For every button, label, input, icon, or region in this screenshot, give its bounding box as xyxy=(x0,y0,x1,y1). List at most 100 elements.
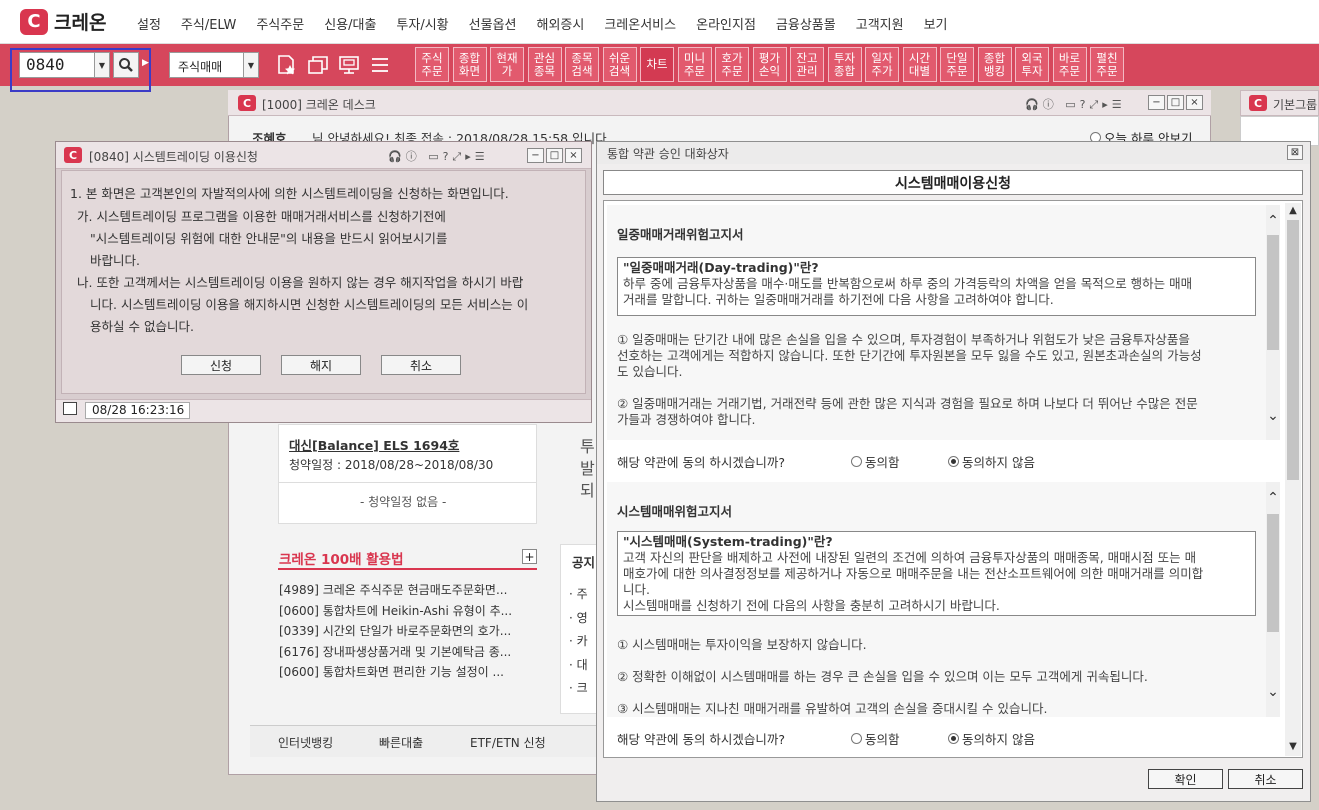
terms-paragraph: ① 일중매매는 단기간 내에 많은 손실을 입을 수 있으며, 투자경험이 부족… xyxy=(617,332,1262,380)
quick-banking[interactable]: 종합 뱅킹 xyxy=(977,47,1012,82)
list-item[interactable]: · 크 xyxy=(569,677,588,701)
close-button[interactable]: ⊠ xyxy=(1287,145,1303,160)
list-item[interactable]: · 대 xyxy=(569,654,588,678)
menu-item-stock-order[interactable]: 주식주문 xyxy=(256,14,304,33)
quick-balance[interactable]: 잔고 관리 xyxy=(790,47,824,82)
quick-mini-order[interactable]: 미니 주문 xyxy=(677,47,712,82)
brand-name: 크레온 xyxy=(54,12,107,34)
tips-more-button[interactable]: + xyxy=(522,549,537,564)
cancel-button[interactable]: 취소 xyxy=(1228,769,1303,789)
st-line: 바랍니다. xyxy=(90,253,140,268)
quick-direct-order[interactable]: 바로 주문 xyxy=(1052,47,1087,82)
quick-overview[interactable]: 종합 화면 xyxy=(452,47,487,82)
windows-icon[interactable] xyxy=(306,53,330,77)
agree-radio-2[interactable]: 동의함 xyxy=(851,729,900,748)
partial-char: 투 xyxy=(580,437,595,456)
close-button[interactable]: × xyxy=(565,148,582,163)
quick-watchlist[interactable]: 관심 종목 xyxy=(527,47,562,82)
terminate-button[interactable]: 해지 xyxy=(281,355,361,375)
code-dropdown-button[interactable]: ▼ xyxy=(94,52,110,78)
quick-stock-order[interactable]: 주식 주문 xyxy=(415,47,449,82)
quick-invest-summary[interactable]: 투자 종합 xyxy=(827,47,862,82)
scroll-up-icon[interactable]: ⌃ xyxy=(1266,213,1280,229)
scroll-up-icon[interactable]: ▲ xyxy=(1286,205,1300,216)
list-item[interactable]: · 카 xyxy=(569,630,588,654)
favorite-page-icon[interactable] xyxy=(275,53,299,77)
product-title[interactable]: 대신[Balance] ELS 1694호 xyxy=(289,435,459,454)
menu-item-view[interactable]: 보기 xyxy=(924,14,948,33)
menu-item-stock-elw[interactable]: 주식/ELW xyxy=(181,14,236,33)
quick-current-price[interactable]: 현재 가 xyxy=(490,47,524,82)
menu-item-futures-options[interactable]: 선물옵션 xyxy=(469,14,517,33)
cancel-button[interactable]: 취소 xyxy=(381,355,461,375)
minimize-button[interactable]: − xyxy=(527,148,544,163)
desk-title: [1000] 크레온 데스크 xyxy=(262,98,376,112)
close-icon: ⊠ xyxy=(1290,147,1300,158)
menu-item-support[interactable]: 고객지원 xyxy=(856,14,904,33)
menu-item-online-branch[interactable]: 온라인지점 xyxy=(696,14,756,33)
quick-single-order[interactable]: 단일 주문 xyxy=(940,47,974,82)
list-item[interactable]: [6176] 장내파생상품거래 및 기본예탁금 종... xyxy=(279,642,512,663)
definition-line: 고객 자신의 판단을 배제하고 사전에 내장된 일련의 조건에 의하여 금융투자… xyxy=(623,550,1197,565)
menu-item-invest-market[interactable]: 투자/시황 xyxy=(396,14,448,33)
hamburger-menu-icon[interactable] xyxy=(368,53,392,77)
creon-logo-icon: C xyxy=(238,95,256,111)
scroll-up-icon[interactable]: ⌃ xyxy=(1266,490,1280,506)
window-tool-icons[interactable]: 🎧ⓘ ▭?⤢▸☰ xyxy=(388,148,489,164)
apply-button[interactable]: 신청 xyxy=(181,355,261,375)
tab-quick-loan[interactable]: 빠른대출 xyxy=(379,734,423,751)
agree-question: 해당 약관에 동의 하시겠습니까? xyxy=(617,732,786,747)
scroll-down-icon[interactable]: ▼ xyxy=(1286,741,1300,752)
tab-etf-apply[interactable]: ETF/ETN 신청 xyxy=(470,734,546,751)
menu-item-overseas[interactable]: 해외증시 xyxy=(537,14,585,33)
quick-eval-pnl[interactable]: 평가 손익 xyxy=(752,47,787,82)
ok-button[interactable]: 확인 xyxy=(1148,769,1223,789)
list-item[interactable]: [0600] 통합차트화면 편리한 기능 설정이 ... xyxy=(279,662,512,683)
trade-type-dropdown[interactable]: ▼ xyxy=(243,52,259,78)
list-item[interactable]: [0600] 통합차트에 Heikin-Ashi 유형이 추... xyxy=(279,601,512,622)
expand-arrow-icon[interactable]: ▶ xyxy=(142,58,149,68)
maximize-button[interactable]: □ xyxy=(546,148,563,163)
quick-hourly[interactable]: 시간 대별 xyxy=(902,47,937,82)
list-item[interactable]: · 주 xyxy=(569,583,588,607)
quick-quote-order[interactable]: 호가 주문 xyxy=(715,47,749,82)
agree-row-2: 해당 약관에 동의 하시겠습니까? xyxy=(617,729,785,748)
quick-daily-price[interactable]: 일자 주가 xyxy=(865,47,899,82)
scroll-down-icon[interactable]: ⌄ xyxy=(1266,408,1280,424)
minimize-button[interactable]: − xyxy=(1148,95,1165,110)
menu-item-creon-service[interactable]: 크레온서비스 xyxy=(604,14,676,33)
quick-foreign-invest[interactable]: 외국 투자 xyxy=(1015,47,1049,82)
menu-item-settings[interactable]: 설정 xyxy=(137,14,161,33)
list-item[interactable]: [4989] 크레온 주식주문 현금매도주문화면... xyxy=(279,580,512,601)
dialog-title: 통합 약관 승인 대화상자 xyxy=(607,147,729,161)
scroll-thumb[interactable] xyxy=(1267,235,1279,350)
menu-item-financial-mall[interactable]: 금융상품몰 xyxy=(776,14,836,33)
agree-radio-1[interactable]: 동의함 xyxy=(851,452,900,471)
radio-icon xyxy=(851,733,862,744)
quick-stock-search[interactable]: 종목 검색 xyxy=(565,47,599,82)
brand-logo[interactable]: C 크레온 xyxy=(20,8,106,35)
list-item[interactable]: · 영 xyxy=(569,607,588,631)
st-line: 가. 시스템트레이딩 프로그램을 이용한 매매거래서비스를 신청하기전에 xyxy=(77,209,446,224)
disagree-radio-1[interactable]: 동의하지 않음 xyxy=(948,452,1035,471)
chevron-down-icon: ▼ xyxy=(98,60,106,70)
menu-item-credit-loan[interactable]: 신용/대출 xyxy=(324,14,376,33)
maximize-button[interactable]: □ xyxy=(1167,95,1184,110)
st-line: 나. 또한 고객께서는 시스템트레이딩 이용을 원하지 않는 경우 해지작업을 … xyxy=(77,275,524,290)
tab-internet-banking[interactable]: 인터넷뱅킹 xyxy=(278,734,333,751)
quick-expanded-order[interactable]: 펼친 주문 xyxy=(1090,47,1124,82)
scroll-down-icon[interactable]: ⌄ xyxy=(1266,684,1280,700)
window-tool-icons[interactable]: 🎧ⓘ ▭?⤢▸☰ xyxy=(1025,96,1126,112)
scroll-thumb[interactable] xyxy=(1267,514,1279,632)
quick-chart[interactable]: 차트 xyxy=(640,47,674,82)
definition-title: "일중매매거래(Day-trading)"란? xyxy=(623,260,819,275)
list-item[interactable]: [0339] 시간외 단일가 바로주문화면의 호가... xyxy=(279,621,512,642)
quick-easy-search[interactable]: 쉬운 검색 xyxy=(602,47,637,82)
disagree-radio-2[interactable]: 동의하지 않음 xyxy=(948,729,1035,748)
definition-box: "일중매매거래(Day-trading)"란? 하루 중에 금융투자상품을 매수… xyxy=(617,257,1256,316)
close-button[interactable]: × xyxy=(1186,95,1203,110)
search-button[interactable] xyxy=(113,52,139,78)
scroll-thumb[interactable] xyxy=(1287,220,1299,480)
monitor-icon[interactable] xyxy=(337,53,361,77)
notice-title: 공지 xyxy=(572,555,596,570)
